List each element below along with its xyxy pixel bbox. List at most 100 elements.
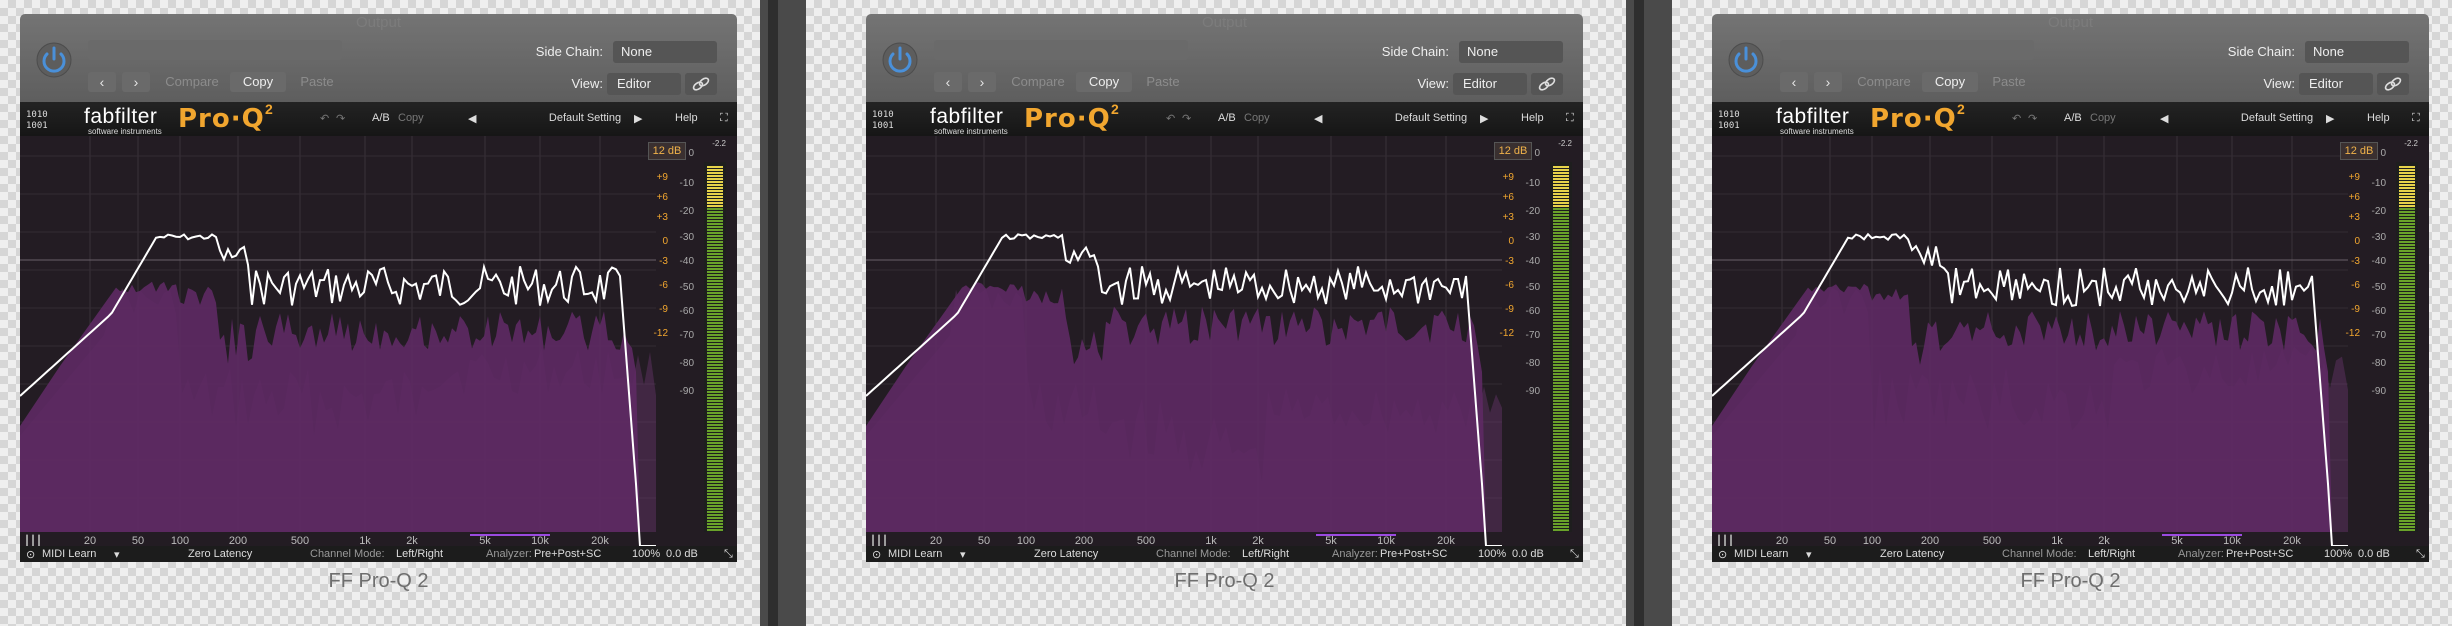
copy-button[interactable]: Copy: [230, 72, 286, 92]
help-button[interactable]: Help: [1521, 112, 1544, 124]
view-select[interactable]: Editor: [607, 73, 681, 95]
meter-segment: [707, 271, 723, 273]
spectrum-graph[interactable]: +9 +6 +3 0 -3 -6 -9 -12 0 -10 -20 -30 -40 -50 -60 -70 -8…: [866, 136, 1583, 547]
zoom-value[interactable]: 100%: [1478, 548, 1506, 560]
midi-dropdown-icon[interactable]: ▾: [114, 548, 120, 561]
range-badge[interactable]: 12 dB: [648, 142, 686, 160]
midi-learn-button[interactable]: MIDI Learn: [42, 548, 96, 560]
side-chain-select[interactable]: None: [613, 41, 717, 63]
compare-button[interactable]: Compare: [1852, 72, 1916, 92]
channel-mode-select[interactable]: Left/Right: [1242, 548, 1289, 560]
prev-button[interactable]: ‹: [1780, 72, 1808, 92]
next-button[interactable]: ›: [1814, 72, 1842, 92]
resize-icon[interactable]: ⤡: [1570, 548, 1579, 561]
ab-copy-button[interactable]: Copy: [1244, 112, 1270, 124]
meter-segment: [1553, 184, 1569, 186]
midi-learn-button[interactable]: MIDI Learn: [1734, 548, 1788, 560]
power-icon[interactable]: [36, 42, 72, 78]
midi-dropdown-icon[interactable]: ▾: [1806, 548, 1812, 561]
zoom-value[interactable]: 100%: [632, 548, 660, 560]
meter-peak-label: -2.2: [1558, 139, 1572, 148]
meter-segment: [707, 247, 723, 249]
help-button[interactable]: Help: [2367, 112, 2390, 124]
ab-button[interactable]: A/B: [2064, 112, 2082, 124]
undo-icon[interactable]: ↶: [320, 112, 329, 125]
undo-icon[interactable]: ↶: [1166, 112, 1175, 125]
copy-button[interactable]: Copy: [1076, 72, 1132, 92]
midi-learn-button[interactable]: MIDI Learn: [888, 548, 942, 560]
link-icon[interactable]: [1531, 73, 1563, 95]
paste-button[interactable]: Paste: [1984, 72, 2034, 92]
redo-icon[interactable]: ↷: [336, 112, 345, 125]
ab-copy-button[interactable]: Copy: [2090, 112, 2116, 124]
analyzer-select[interactable]: Pre+Post+SC: [1380, 548, 1447, 560]
preset-field[interactable]: [934, 40, 1188, 60]
link-icon[interactable]: [2377, 73, 2409, 95]
eq-display[interactable]: +9 +6 +3 0 -3 -6 -9 -12 0 -10 -20 -30 -40 -50 -60 -70 -8…: [866, 136, 1583, 560]
power-icon[interactable]: [882, 42, 918, 78]
compare-button[interactable]: Compare: [1006, 72, 1070, 92]
undo-icon[interactable]: ↶: [2012, 112, 2021, 125]
spectrum-graph[interactable]: +9 +6 +3 0 -3 -6 -9 -12 0 -10 -20 -30 -40 -50 -60 -70 -8…: [20, 136, 737, 547]
preset-prev-icon[interactable]: ◀: [468, 112, 476, 125]
range-badge[interactable]: 12 dB: [2340, 142, 2378, 160]
ab-copy-button[interactable]: Copy: [398, 112, 424, 124]
power-icon[interactable]: [1728, 42, 1764, 78]
midi-icon[interactable]: ⊙: [26, 548, 35, 561]
analyzer-select[interactable]: Pre+Post+SC: [534, 548, 601, 560]
paste-button[interactable]: Paste: [292, 72, 342, 92]
preset-next-icon[interactable]: ▶: [2326, 112, 2334, 125]
latency-select[interactable]: Zero Latency: [188, 548, 252, 560]
ab-button[interactable]: A/B: [372, 112, 390, 124]
preset-field[interactable]: [1780, 40, 2034, 60]
analyzer-label: Analyzer:: [2178, 548, 2224, 560]
channel-mode-select[interactable]: Left/Right: [2088, 548, 2135, 560]
prev-button[interactable]: ‹: [934, 72, 962, 92]
midi-icon[interactable]: ⊙: [1718, 548, 1727, 561]
output-gain[interactable]: 0.0 dB: [666, 548, 698, 560]
resize-icon[interactable]: ⤡: [724, 548, 733, 561]
spectrum-graph[interactable]: +9 +6 +3 0 -3 -6 -9 -12 0 -10 -20 -30 -40 -50 -60 -70 -8…: [1712, 136, 2429, 547]
paste-button[interactable]: Paste: [1138, 72, 1188, 92]
meter-segment: [1553, 460, 1569, 462]
eq-display[interactable]: +9 +6 +3 0 -3 -6 -9 -12 0 -10 -20 -30 -40 -50 -60 -70 -8…: [20, 136, 737, 560]
latency-select[interactable]: Zero Latency: [1034, 548, 1098, 560]
analyzer-select[interactable]: Pre+Post+SC: [2226, 548, 2293, 560]
output-gain[interactable]: 0.0 dB: [2358, 548, 2390, 560]
prev-button[interactable]: ‹: [88, 72, 116, 92]
channel-mode-select[interactable]: Left/Right: [396, 548, 443, 560]
next-button[interactable]: ›: [968, 72, 996, 92]
eq-display[interactable]: +9 +6 +3 0 -3 -6 -9 -12 0 -10 -20 -30 -40 -50 -60 -70 -8…: [1712, 136, 2429, 560]
meter-segment: [707, 352, 723, 354]
fullscreen-icon[interactable]: ⛶: [720, 112, 728, 125]
link-icon[interactable]: [685, 73, 717, 95]
preset-prev-icon[interactable]: ◀: [2160, 112, 2168, 125]
zoom-value[interactable]: 100%: [2324, 548, 2352, 560]
compare-button[interactable]: Compare: [160, 72, 224, 92]
output-gain[interactable]: 0.0 dB: [1512, 548, 1544, 560]
preset-next-icon[interactable]: ▶: [1480, 112, 1488, 125]
meter-segment: [707, 475, 723, 477]
meter-segment: [1553, 505, 1569, 507]
view-select[interactable]: Editor: [1453, 73, 1527, 95]
view-select[interactable]: Editor: [2299, 73, 2373, 95]
resize-icon[interactable]: ⤡: [2416, 548, 2425, 561]
preset-field[interactable]: [88, 40, 342, 60]
copy-button[interactable]: Copy: [1922, 72, 1978, 92]
midi-icon[interactable]: ⊙: [872, 548, 881, 561]
ab-button[interactable]: A/B: [1218, 112, 1236, 124]
product-version: 2: [1957, 101, 1965, 117]
side-chain-select[interactable]: None: [1459, 41, 1563, 63]
preset-next-icon[interactable]: ▶: [634, 112, 642, 125]
latency-select[interactable]: Zero Latency: [1880, 548, 1944, 560]
fullscreen-icon[interactable]: ⛶: [1566, 112, 1574, 125]
side-chain-select[interactable]: None: [2305, 41, 2409, 63]
midi-dropdown-icon[interactable]: ▾: [960, 548, 966, 561]
range-badge[interactable]: 12 dB: [1494, 142, 1532, 160]
redo-icon[interactable]: ↷: [2028, 112, 2037, 125]
preset-prev-icon[interactable]: ◀: [1314, 112, 1322, 125]
help-button[interactable]: Help: [675, 112, 698, 124]
next-button[interactable]: ›: [122, 72, 150, 92]
fullscreen-icon[interactable]: ⛶: [2412, 112, 2420, 125]
redo-icon[interactable]: ↷: [1182, 112, 1191, 125]
